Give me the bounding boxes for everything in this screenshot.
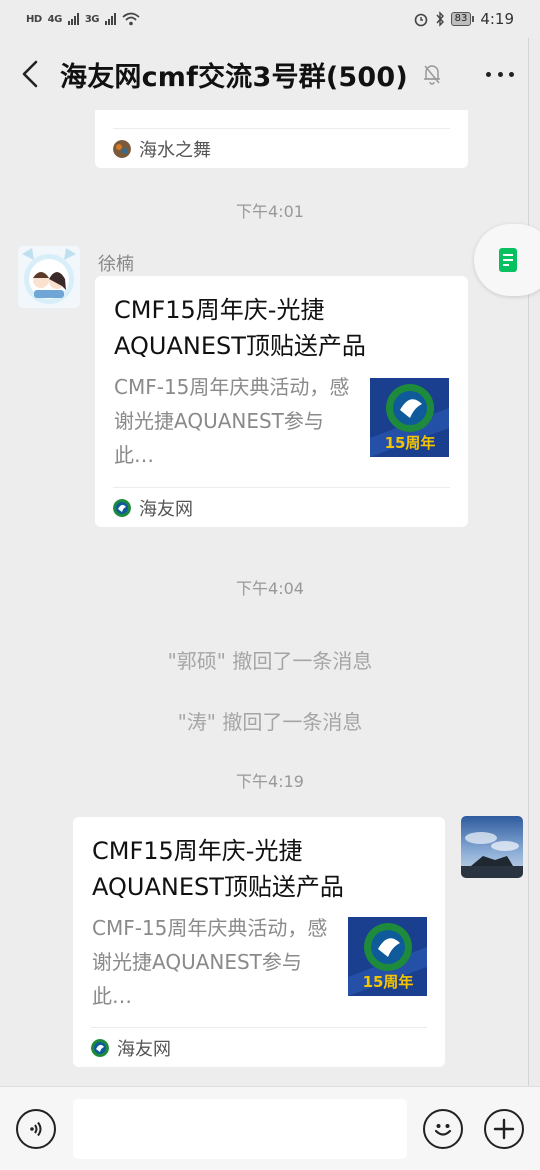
add-icon [493, 1118, 515, 1140]
status-left: HD 4G 3G [26, 12, 140, 26]
mute-bell-icon [423, 65, 440, 85]
incoming-link-card[interactable]: CMF15周年庆-光捷AQUANEST顶贴送产品 CMF-15周年庆典活动，感谢… [95, 276, 468, 527]
card-source-name: 海友网 [117, 1038, 171, 1060]
status-time: 4:19 [480, 10, 514, 28]
outgoing-link-card[interactable]: CMF15周年庆-光捷AQUANEST顶贴送产品 CMF-15周年庆典活动，感谢… [73, 817, 445, 1067]
haiyou-logo-icon [113, 498, 131, 517]
mute-indicator [422, 63, 444, 85]
status-right: 83 4:19 [413, 10, 514, 28]
bluetooth-icon [436, 11, 444, 27]
card-title: CMF15周年庆-光捷AQUANEST顶贴送产品 [114, 296, 366, 360]
voice-icon [30, 1121, 42, 1137]
battery-level: 83 [450, 12, 472, 26]
sim1-label: 4G [47, 13, 63, 25]
recall-notice: "郭硕" 撤回了一条消息 [167, 649, 373, 673]
haiyou-logo-icon [91, 1038, 109, 1057]
status-bar: HD 4G 3G 83 4:19 [0, 0, 540, 38]
partial-link-card[interactable]: 海水之舞 [95, 110, 468, 168]
sender-name: 徐楠 [98, 254, 134, 275]
timestamp: 下午4:04 [236, 579, 304, 598]
wifi-icon [122, 12, 140, 26]
notes-icon [499, 248, 517, 272]
card-source-row: 海友网 [113, 487, 450, 527]
my-avatar[interactable] [461, 816, 523, 878]
scroll-track [528, 38, 540, 1088]
thumb-caption: 15周年 [385, 434, 436, 452]
alarm-icon [414, 13, 427, 27]
card-source-row: 海水之舞 [113, 128, 450, 168]
card-description: CMF-15周年庆典活动，感谢光捷AQUANEST参与此… [92, 916, 328, 1008]
card-source-name: 海友网 [139, 498, 193, 520]
recall-notice: "涛" 撤回了一条消息 [177, 710, 363, 734]
battery-icon: 83 [450, 12, 475, 26]
anniversary-logo-icon: 15周年 [348, 917, 427, 996]
sender-avatar[interactable] [18, 246, 80, 308]
timestamp: 下午4:19 [236, 772, 304, 791]
add-button[interactable] [484, 1109, 524, 1149]
floating-notes-button[interactable] [474, 224, 540, 296]
card-thumbnail: 15周年 [370, 378, 449, 457]
message-input[interactable] [73, 1099, 407, 1159]
input-bar [0, 1086, 540, 1170]
hd-badge: HD [26, 13, 42, 25]
emoji-button[interactable] [423, 1109, 463, 1149]
chat-header: 海友网cmf交流3号群(500) [0, 38, 540, 110]
emoji-icon [434, 1124, 452, 1136]
thumb-caption: 15周年 [363, 973, 414, 991]
sim2-label: 3G [84, 13, 100, 25]
avatar-landscape-icon [461, 816, 523, 878]
card-source-name: 海水之舞 [139, 139, 211, 161]
more-button[interactable] [482, 58, 518, 90]
card-source-row: 海友网 [91, 1027, 427, 1067]
card-description: CMF-15周年庆典活动，感谢光捷AQUANEST参与此… [114, 375, 350, 467]
back-button[interactable] [0, 38, 60, 110]
chat-title: 海友网cmf交流3号群(500) [60, 61, 408, 93]
timestamp: 下午4:01 [236, 202, 304, 221]
avatar-cartoon-icon [18, 246, 80, 308]
voice-button[interactable] [16, 1109, 56, 1149]
signal-icon-2 [105, 13, 117, 25]
signal-icon [67, 13, 79, 25]
card-thumbnail: 15周年 [348, 917, 427, 996]
more-icon [486, 71, 491, 77]
anniversary-logo-icon: 15周年 [370, 378, 449, 457]
card-title: CMF15周年庆-光捷AQUANEST顶贴送产品 [92, 837, 344, 901]
source-avatar-icon [113, 139, 131, 158]
back-arrow-icon [22, 60, 38, 88]
